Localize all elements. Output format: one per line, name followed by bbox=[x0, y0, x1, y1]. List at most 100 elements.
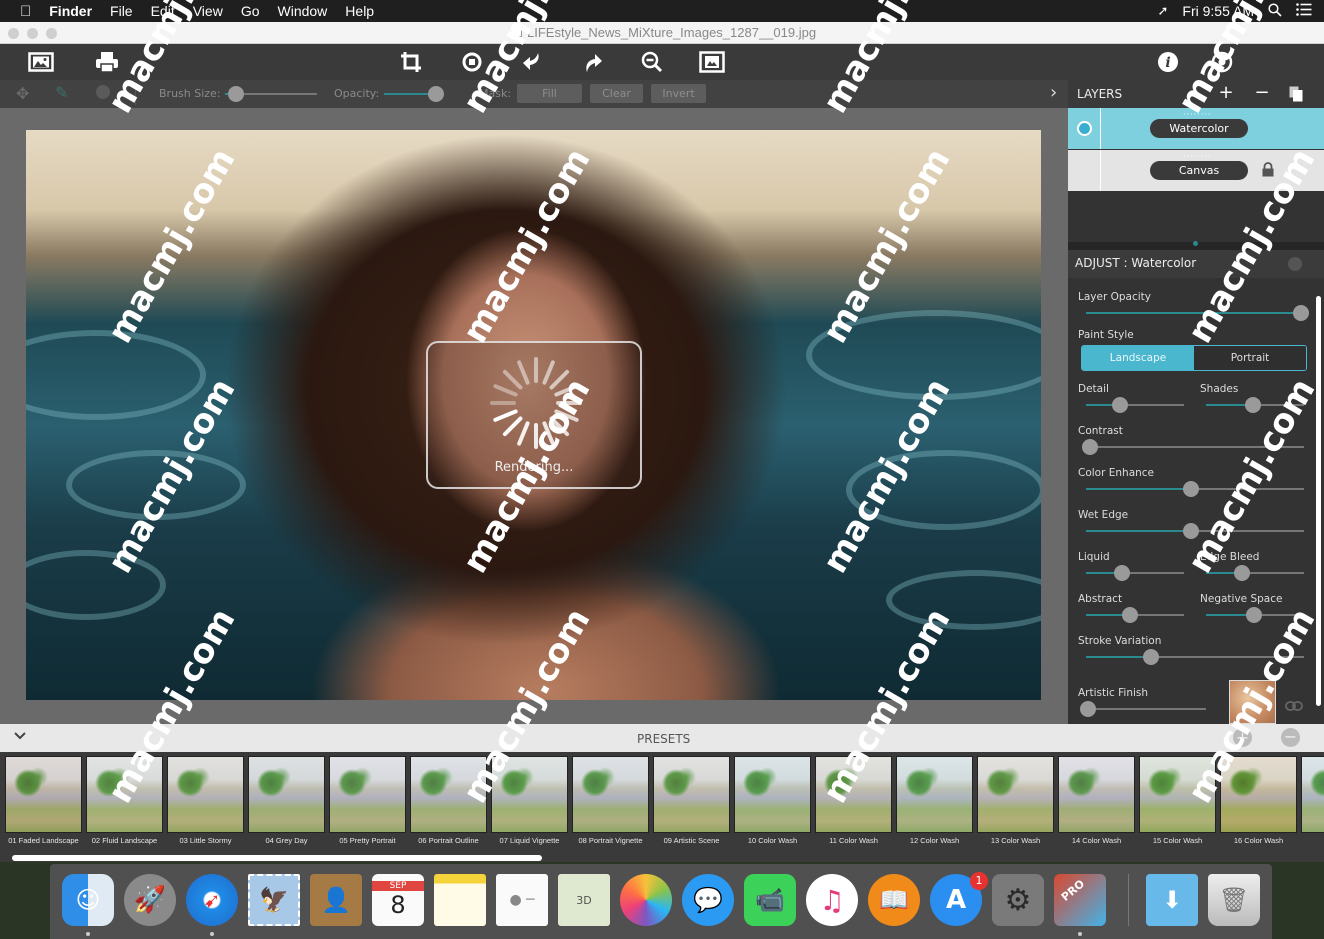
open-image-icon[interactable] bbox=[28, 50, 54, 74]
undo-icon[interactable] bbox=[519, 50, 545, 74]
opacity-slider[interactable] bbox=[384, 86, 445, 102]
preset-thumbnail[interactable] bbox=[815, 756, 892, 833]
presets-scrollbar[interactable] bbox=[12, 855, 542, 861]
preset-item[interactable]: 04 Grey Day bbox=[248, 756, 325, 845]
preset-thumbnail[interactable] bbox=[653, 756, 730, 833]
preset-thumbnail[interactable] bbox=[248, 756, 325, 833]
slider-knob[interactable] bbox=[1234, 565, 1251, 581]
preset-item[interactable]: 10 Color Wash bbox=[734, 756, 811, 845]
move-tool-icon[interactable]: ✥ bbox=[16, 84, 29, 103]
slider-knob[interactable] bbox=[1182, 523, 1199, 539]
remove-preset-icon[interactable]: − bbox=[1281, 728, 1300, 747]
dock-mail-icon[interactable]: 🦅 bbox=[248, 874, 300, 926]
palette-icon[interactable] bbox=[1288, 257, 1302, 271]
dock-notes-icon[interactable] bbox=[434, 874, 486, 926]
menu-go[interactable]: Go bbox=[241, 3, 260, 19]
eraser-tool-icon[interactable] bbox=[96, 85, 110, 99]
notification-center-icon[interactable] bbox=[1296, 3, 1312, 19]
preset-thumbnail[interactable] bbox=[86, 756, 163, 833]
menu-help[interactable]: Help bbox=[345, 3, 374, 19]
slider-knob[interactable] bbox=[1245, 397, 1262, 413]
drag-handle[interactable]: ········ bbox=[1183, 152, 1211, 161]
menu-edit[interactable]: Edit bbox=[151, 3, 175, 19]
panel-resize-divider[interactable] bbox=[1068, 241, 1324, 250]
slider-knob[interactable] bbox=[228, 86, 245, 102]
crop-icon[interactable] bbox=[398, 50, 424, 74]
dock-maps-icon[interactable]: 3D bbox=[558, 874, 610, 926]
mask-brush-icon[interactable] bbox=[459, 50, 485, 74]
preset-thumbnail[interactable] bbox=[734, 756, 811, 833]
preset-thumbnail[interactable] bbox=[977, 756, 1054, 833]
save-print-icon[interactable] bbox=[94, 50, 120, 74]
preset-thumbnail[interactable] bbox=[167, 756, 244, 833]
settings-icon[interactable] bbox=[1209, 50, 1235, 74]
dock-trash-icon[interactable]: 🗑 bbox=[1208, 874, 1260, 926]
close-window-button[interactable] bbox=[8, 28, 19, 39]
remove-layer-button[interactable]: − bbox=[1252, 82, 1272, 103]
preset-thumbnail[interactable] bbox=[1301, 756, 1324, 833]
preset-item[interactable]: 01 Faded Landscape bbox=[5, 756, 82, 845]
preset-item[interactable]: 11 Color Wash bbox=[815, 756, 892, 845]
dock-finder-icon[interactable]: ☺ bbox=[62, 874, 114, 926]
zoom-out-icon[interactable] bbox=[639, 50, 665, 74]
dock-ibooks-icon[interactable]: 📖 bbox=[868, 874, 920, 926]
preset-thumbnail[interactable] bbox=[1058, 756, 1135, 833]
mask-fill-button[interactable]: Fill bbox=[517, 84, 582, 103]
menu-finder[interactable]: Finder bbox=[49, 3, 92, 19]
drag-handle[interactable]: ········ bbox=[1183, 110, 1211, 119]
preset-thumbnail[interactable] bbox=[5, 756, 82, 833]
detail-slider[interactable] bbox=[1086, 397, 1184, 413]
redo-icon[interactable] bbox=[580, 50, 606, 74]
dock-photos-icon[interactable] bbox=[620, 874, 672, 926]
slider-knob[interactable] bbox=[1246, 607, 1263, 623]
preset-item[interactable]: 14 Color Wash bbox=[1058, 756, 1135, 845]
preset-item[interactable]: 03 Little Stormy bbox=[167, 756, 244, 845]
layer-row-watercolor[interactable]: ········ Watercolor bbox=[1068, 108, 1324, 149]
dock-safari-icon[interactable]: ➹ bbox=[186, 874, 238, 926]
dock-facetime-icon[interactable]: 📹 bbox=[744, 874, 796, 926]
preset-item[interactable]: 17 T bbox=[1301, 756, 1324, 845]
collapse-panel-chevron-icon[interactable]: › bbox=[1050, 82, 1057, 103]
brush-tool-icon[interactable]: ✎ bbox=[55, 83, 68, 102]
slider-knob[interactable] bbox=[1082, 439, 1099, 455]
lock-icon[interactable] bbox=[1262, 162, 1274, 181]
layer-row-canvas[interactable]: ········ Canvas bbox=[1068, 150, 1324, 191]
preset-item[interactable]: 06 Portrait Outline bbox=[410, 756, 487, 845]
duplicate-layer-icon[interactable] bbox=[1286, 86, 1306, 107]
layer-visibility-radio[interactable] bbox=[1077, 121, 1092, 136]
abstract-slider[interactable] bbox=[1086, 607, 1184, 623]
preset-item[interactable]: 07 Liquid Vignette bbox=[491, 756, 568, 845]
location-arrow-icon[interactable]: ➚ bbox=[1158, 3, 1169, 19]
preset-thumbnail[interactable] bbox=[329, 756, 406, 833]
layer-opacity-slider[interactable] bbox=[1086, 305, 1309, 321]
preset-item[interactable]: 16 Color Wash bbox=[1220, 756, 1297, 845]
preset-thumbnail[interactable] bbox=[572, 756, 649, 833]
minimize-window-button[interactable] bbox=[27, 28, 38, 39]
slider-knob[interactable] bbox=[428, 86, 445, 102]
dock-system-preferences-icon[interactable]: ⚙ bbox=[992, 874, 1044, 926]
info-icon[interactable]: i bbox=[1155, 50, 1181, 74]
contrast-slider[interactable] bbox=[1082, 439, 1304, 455]
fit-image-icon[interactable] bbox=[699, 50, 725, 74]
dock-reminders-icon[interactable]: ● ─ bbox=[496, 874, 548, 926]
add-preset-icon[interactable]: + bbox=[1233, 728, 1252, 747]
artistic-finish-texture-swatch[interactable] bbox=[1229, 680, 1276, 724]
spotlight-search-icon[interactable] bbox=[1268, 2, 1282, 20]
menu-file[interactable]: File bbox=[110, 3, 133, 19]
shades-slider[interactable] bbox=[1206, 397, 1304, 413]
slider-knob[interactable] bbox=[1112, 397, 1129, 413]
preset-item[interactable]: 13 Color Wash bbox=[977, 756, 1054, 845]
mask-clear-button[interactable]: Clear bbox=[590, 84, 643, 103]
link-icon[interactable] bbox=[1285, 696, 1303, 715]
clock[interactable]: Fri 9:55 AM bbox=[1182, 3, 1254, 19]
preset-item[interactable]: 09 Artistic Scene bbox=[653, 756, 730, 845]
dock-calendar-icon[interactable]: SEP 8 bbox=[372, 874, 424, 926]
liquid-slider[interactable] bbox=[1086, 565, 1184, 581]
dock-launchpad-icon[interactable]: 🚀 bbox=[124, 874, 176, 926]
wet-edge-slider[interactable] bbox=[1086, 523, 1304, 539]
adjust-scrollbar[interactable] bbox=[1316, 296, 1321, 706]
preset-item[interactable]: 08 Portrait Vignette bbox=[572, 756, 649, 845]
preset-thumbnail[interactable] bbox=[1139, 756, 1216, 833]
preset-thumbnail[interactable] bbox=[410, 756, 487, 833]
preset-item[interactable]: 02 Fluid Landscape bbox=[86, 756, 163, 845]
